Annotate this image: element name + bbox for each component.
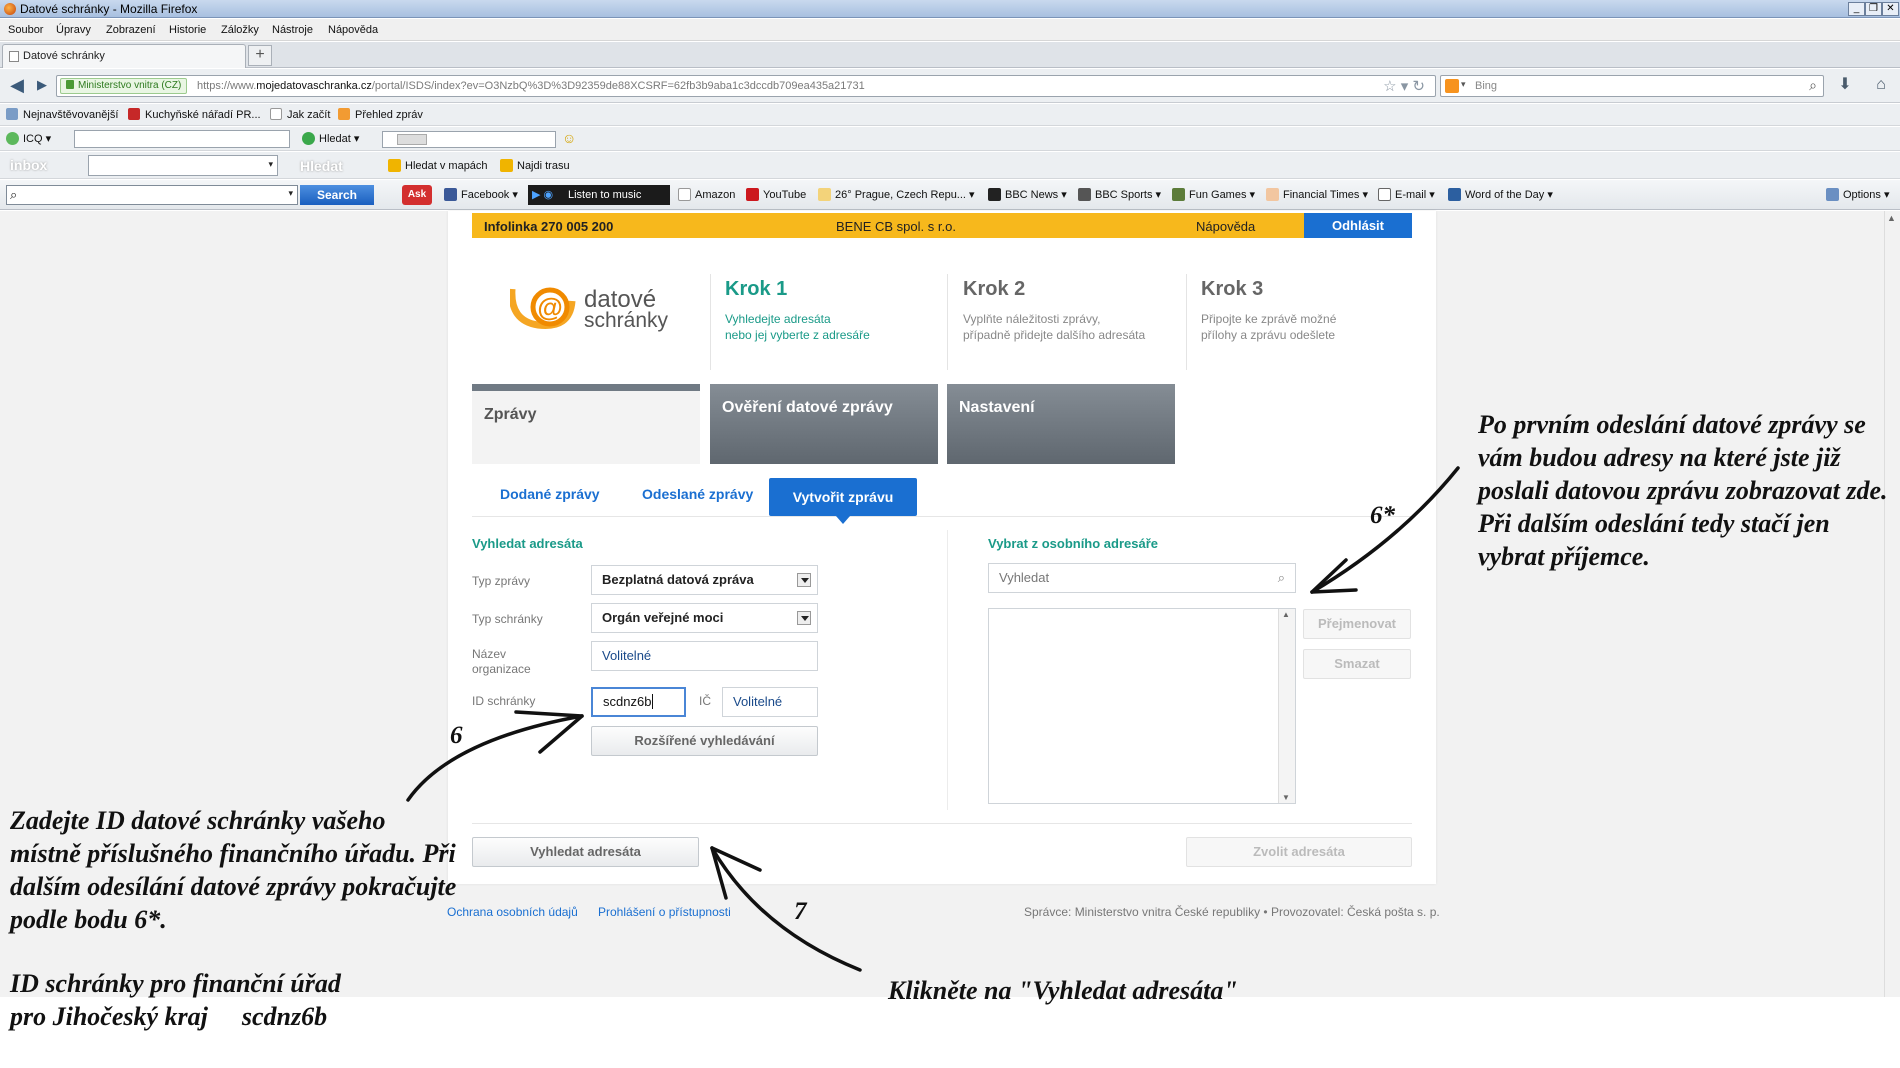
annotation-number-6star: 6*: [1370, 502, 1395, 529]
annotation-number-6: 6: [450, 722, 463, 749]
arrow-7: [710, 846, 862, 972]
annotation-number-7: 7: [794, 898, 807, 925]
arrowhead-7: [710, 846, 762, 900]
annotation-box-id: ID schránky pro finanční úřad pro Jihoče…: [10, 969, 341, 1031]
arrow-6: [406, 714, 584, 802]
annotation-bottom: Klikněte na "Vyhledat adresáta": [888, 976, 1238, 1005]
annotation-right: Po prvním odeslání datové zprávy se vám …: [1478, 410, 1888, 571]
annotation-left: Zadejte ID datové schránky vašeho místně…: [10, 806, 457, 934]
arrowhead-6star: [1310, 558, 1358, 594]
